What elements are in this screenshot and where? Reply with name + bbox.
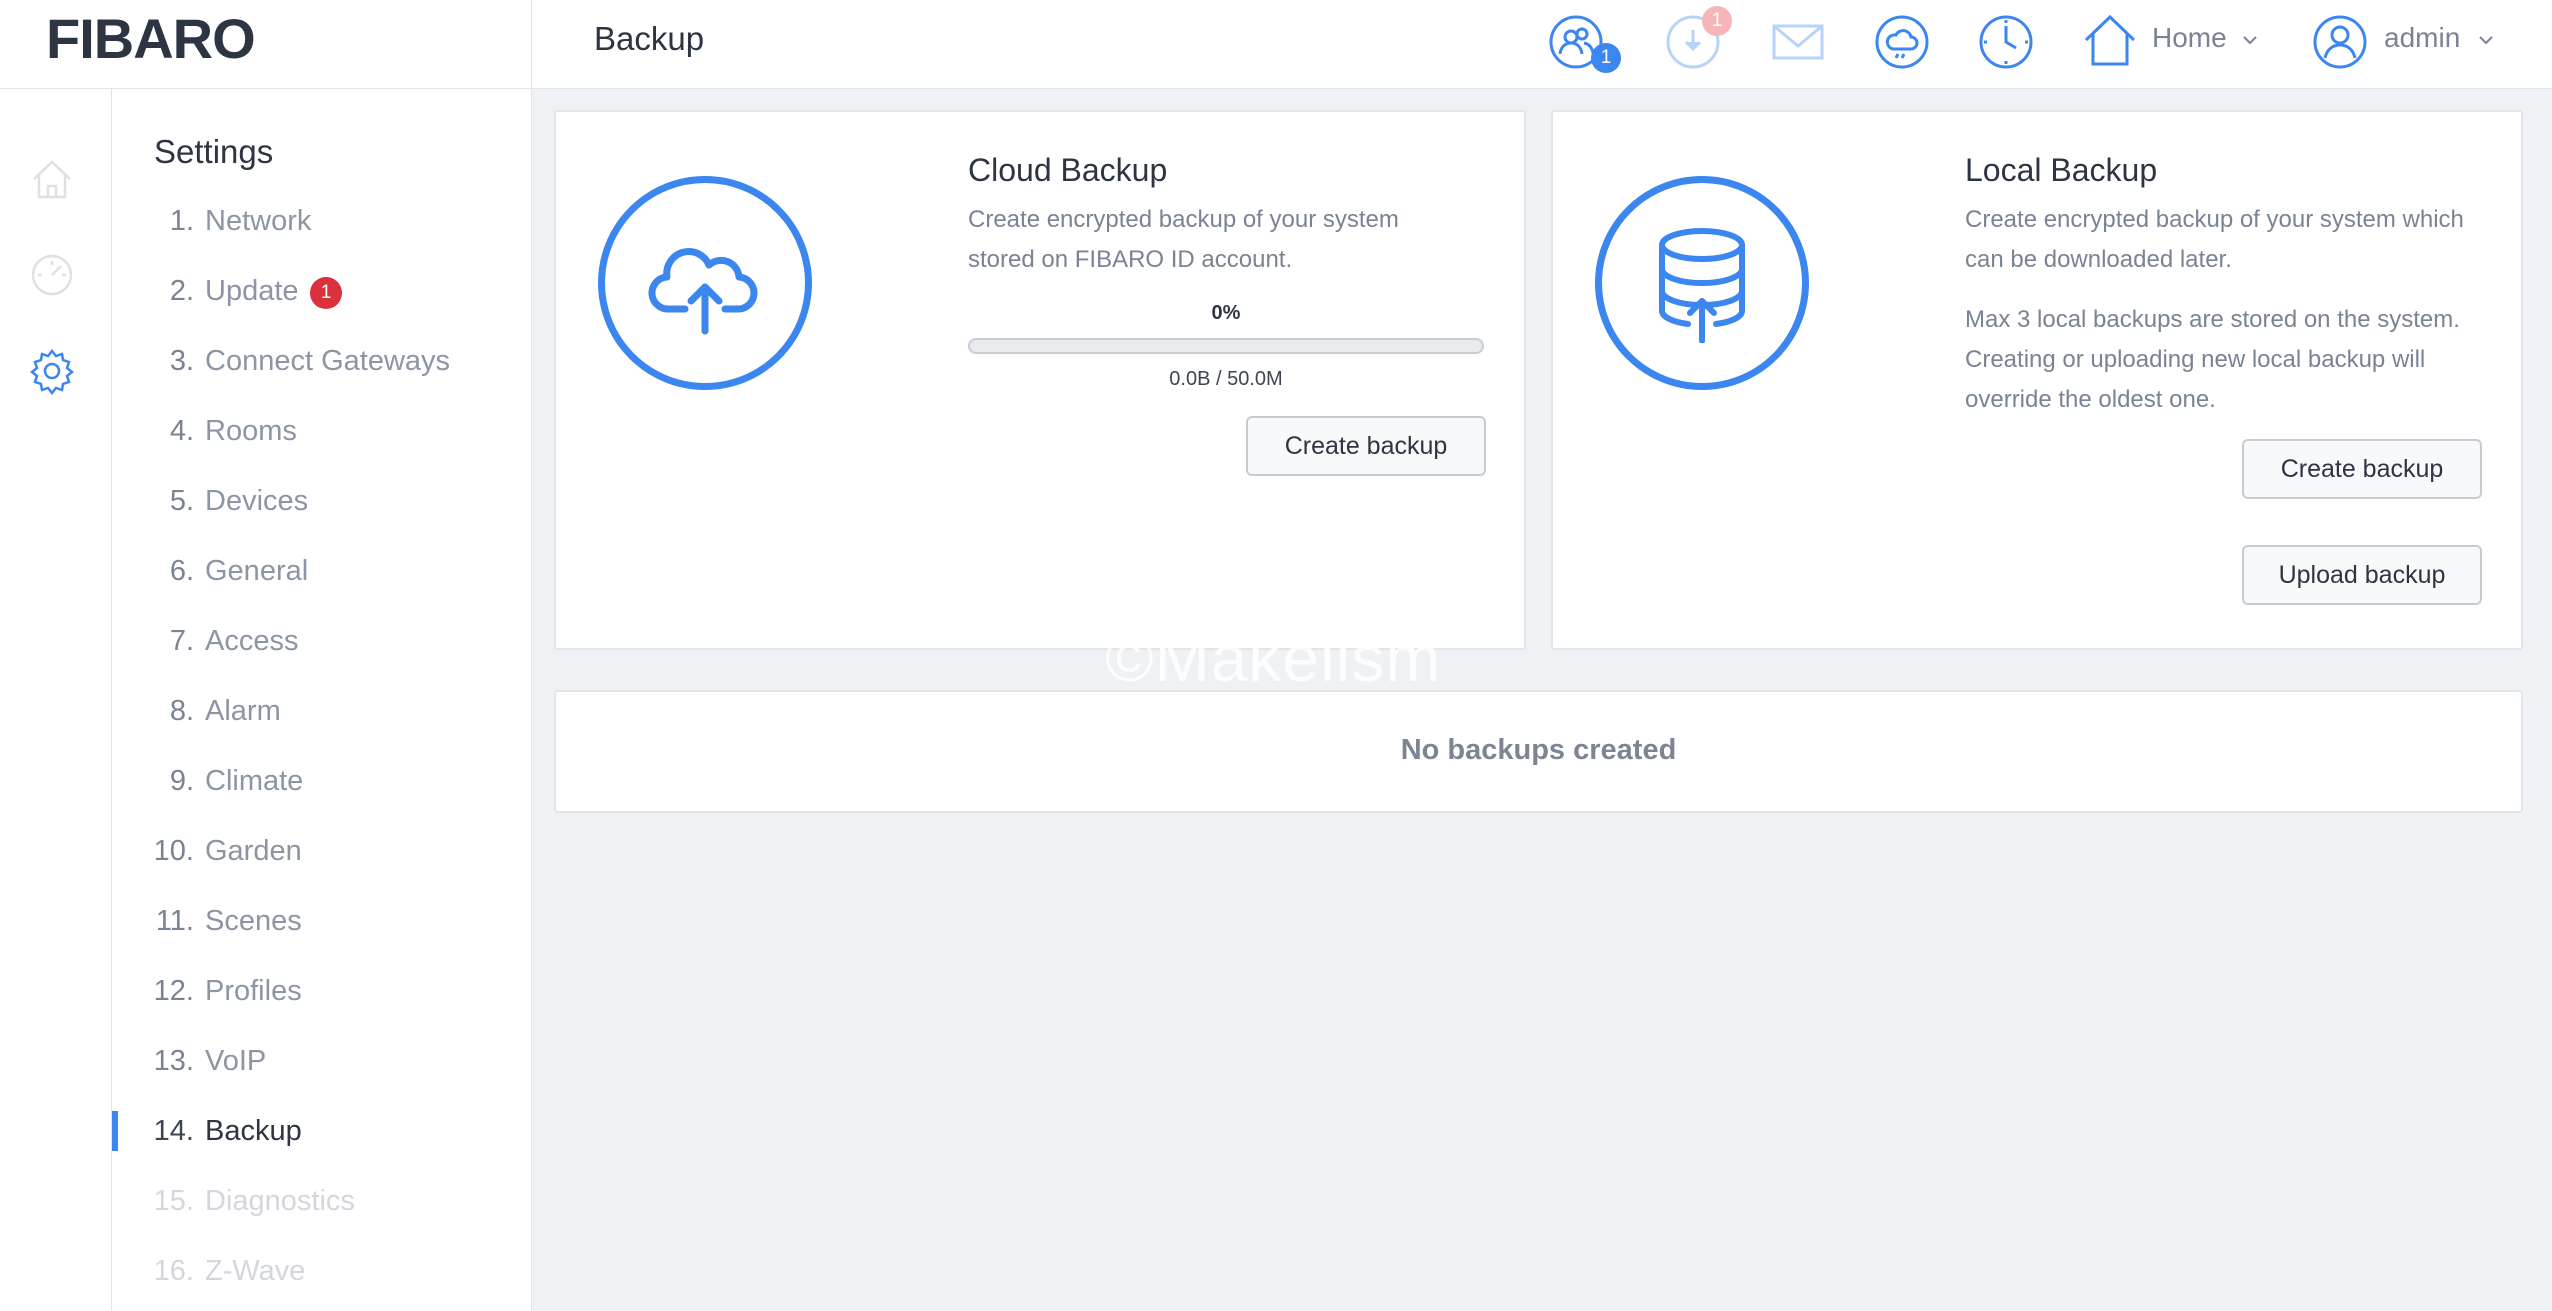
cloud-progress-bar: [968, 338, 1484, 354]
cloud-progress-percent: 0%: [1211, 302, 1241, 324]
cloud-backup-card: Cloud Backup Create encrypted backup of …: [554, 110, 1526, 650]
settings-item-number: 4.: [169, 415, 194, 447]
settings-item-access[interactable]: 7. Access: [112, 613, 531, 673]
local-backup-card: Local Backup Create encrypted backup of …: [1551, 110, 2523, 650]
cloud-backup-title: Cloud Backup: [968, 152, 1168, 188]
settings-item-number: 2.: [169, 275, 194, 307]
cloud-create-backup-button[interactable]: Create backup: [1246, 416, 1486, 476]
backups-list: No backups created: [554, 690, 2523, 813]
icon-rail: [0, 89, 112, 1311]
settings-item-profiles[interactable]: 12. Profiles: [112, 963, 531, 1023]
settings-item-general[interactable]: 6. General: [112, 543, 531, 603]
settings-item-rooms[interactable]: 4. Rooms: [112, 403, 531, 463]
settings-item-number: 8.: [169, 695, 194, 727]
settings-item-number: 15.: [153, 1185, 194, 1217]
settings-item-label: Climate: [205, 765, 304, 797]
fibaro-logo[interactable]: FIBARO: [46, 6, 256, 71]
settings-item-label: Devices: [205, 485, 309, 517]
users-badge: 1: [1591, 43, 1621, 73]
settings-item-label: Garden: [205, 835, 302, 867]
settings-item-label: Update: [205, 275, 299, 307]
settings-item-number: 5.: [169, 485, 194, 517]
upload-backup-button[interactable]: Upload backup: [2242, 545, 2482, 605]
settings-item-label: Diagnostics: [205, 1185, 355, 1217]
no-backups-message: No backups created: [1400, 734, 1677, 766]
settings-item-number: 11.: [155, 905, 194, 937]
database-upload-icon: [1595, 176, 1809, 390]
settings-item-label: Backup: [205, 1115, 302, 1147]
watermark: ©Makelism: [1105, 621, 1442, 695]
settings-item-label: Profiles: [205, 975, 302, 1007]
settings-item-network[interactable]: 1. Network: [112, 193, 531, 253]
settings-item-z-wave[interactable]: 16. Z-Wave: [112, 1243, 531, 1303]
settings-item-alarm[interactable]: 8. Alarm: [112, 683, 531, 743]
settings-item-backup[interactable]: 14. Backup: [112, 1103, 531, 1163]
local-create-backup-button[interactable]: Create backup: [2242, 439, 2482, 499]
settings-item-update[interactable]: 2. Update 1: [112, 263, 531, 323]
cloud-progress-caption: 0.0B / 50.0M: [1169, 368, 1283, 390]
settings-item-label: Alarm: [205, 695, 281, 727]
chevron-down-icon[interactable]: [2478, 32, 2494, 48]
top-bar: FIBARO Backup 1 1 Home admin: [0, 0, 2552, 89]
settings-item-label: VoIP: [205, 1045, 267, 1077]
settings-item-number: 12.: [153, 975, 194, 1007]
cloud-backup-description: Create encrypted backup of your system s…: [968, 206, 1399, 273]
settings-item-label: Scenes: [205, 905, 302, 937]
settings-item-number: 3.: [169, 345, 194, 377]
settings-item-label: Z-Wave: [205, 1255, 306, 1287]
settings-item-scenes[interactable]: 11. Scenes: [112, 893, 531, 953]
settings-item-diagnostics[interactable]: 15. Diagnostics: [112, 1173, 531, 1233]
home-icon[interactable]: [28, 155, 76, 203]
home-selector-label[interactable]: Home: [2152, 22, 2227, 54]
gear-icon[interactable]: [28, 347, 76, 396]
user-menu-label[interactable]: admin: [2384, 22, 2460, 54]
settings-item-garden[interactable]: 10. Garden: [112, 823, 531, 883]
settings-title: Settings: [154, 133, 274, 170]
settings-item-label: Connect Gateways: [205, 345, 451, 377]
chevron-down-icon[interactable]: [2242, 32, 2258, 48]
settings-item-climate[interactable]: 9. Climate: [112, 753, 531, 813]
local-backup-description: Create encrypted backup of your system w…: [1965, 206, 2464, 273]
settings-item-label: General: [205, 555, 309, 587]
settings-item-label: Access: [205, 625, 299, 657]
settings-item-label: Rooms: [205, 415, 297, 447]
settings-item-devices[interactable]: 5. Devices: [112, 473, 531, 533]
settings-item-number: 7.: [169, 625, 194, 657]
settings-item-number: 13.: [153, 1045, 194, 1077]
settings-item-number: 16.: [153, 1255, 194, 1287]
mail-icon[interactable]: [1770, 14, 1826, 70]
local-backup-title: Local Backup: [1965, 152, 2158, 188]
weather-cloud-icon[interactable]: [1874, 14, 1930, 70]
update-count-badge: 1: [310, 277, 342, 309]
settings-item-number: 9.: [169, 765, 194, 797]
settings-item-number: 10.: [153, 835, 194, 867]
settings-item-number: 1.: [169, 205, 194, 237]
home-icon[interactable]: [2082, 12, 2138, 68]
settings-item-number: 14.: [153, 1115, 194, 1147]
local-backup-note: Max 3 local backups are stored on the sy…: [1965, 306, 2460, 413]
cloud-upload-icon: [598, 176, 812, 390]
clock-icon[interactable]: [1978, 14, 2034, 70]
logo-area: FIBARO: [0, 0, 532, 89]
page-title: Backup: [594, 20, 705, 57]
settings-item-connect-gateways[interactable]: 3. Connect Gateways: [112, 333, 531, 393]
settings-item-number: 6.: [169, 555, 194, 587]
update-badge: 1: [1702, 6, 1732, 36]
settings-item-voip[interactable]: 13. VoIP: [112, 1033, 531, 1093]
settings-item-label: Network: [205, 205, 312, 237]
settings-nav: Settings 1. Network 2. Update 1 3. Conne…: [112, 89, 532, 1311]
user-avatar-icon[interactable]: [2312, 14, 2368, 70]
dashboard-gauge-icon[interactable]: [28, 251, 76, 299]
